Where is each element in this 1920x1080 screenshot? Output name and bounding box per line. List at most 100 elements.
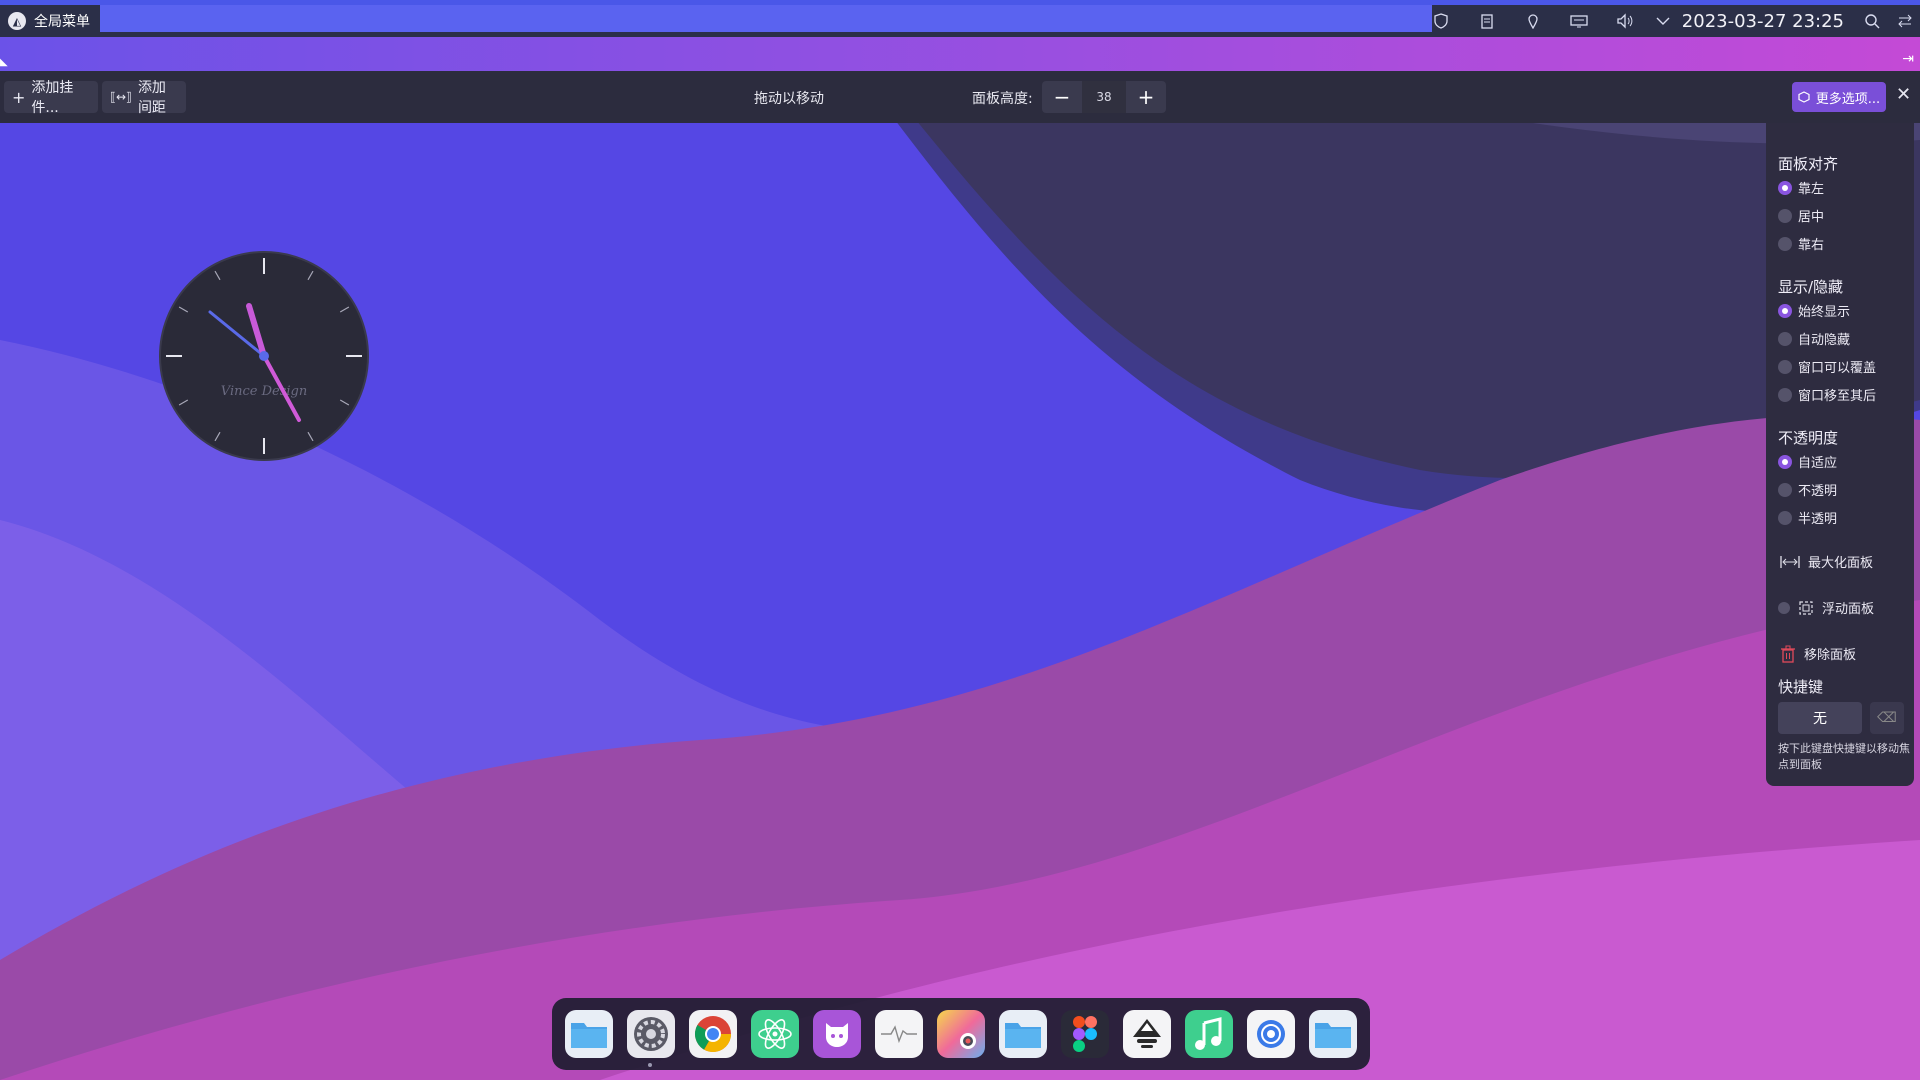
radio-selected[interactable] [1778,454,1792,469]
gear-icon[interactable] [627,1010,675,1058]
global-menu-label: 全局菜单 [34,14,90,30]
panel-edit-area[interactable]: ◣ ⇥ [0,37,1920,71]
inkscape-icon[interactable] [1123,1010,1171,1058]
switch-icon[interactable] [1890,5,1920,37]
remove-panel-button[interactable]: 移除面板 [1780,644,1856,663]
floating-checkbox[interactable] [1778,601,1790,614]
radio-label: 窗口可以覆盖 [1798,361,1877,376]
running-indicator [648,1063,652,1067]
more-options-button[interactable]: 更多选项... [1792,82,1886,112]
analog-clock-widget[interactable]: Vince Design [158,250,370,462]
radio-label: 靠左 [1798,182,1825,197]
keyboard-icon[interactable] [1556,5,1602,37]
drag-to-move-handle[interactable]: 拖动以移动 [754,88,824,108]
system-clock[interactable]: 2023-03-27 23:25 [1678,11,1854,32]
panel-height-stepper[interactable]: − 38 + [1042,81,1166,113]
top-system-panel: ◭ 全局菜单 2023-03-27 23:25 [0,0,1920,37]
align-center-radio[interactable]: 居中 [1778,206,1824,225]
alignment-heading: 面板对齐 [1778,155,1839,173]
more-options-panel: 面板对齐 靠左 居中 靠右 显示/隐藏 始终显示 自动隐藏 窗口可以覆盖 窗口移… [1766,123,1914,786]
align-right-radio[interactable]: 靠右 [1778,234,1824,253]
shortcut-hint: 按下此键盘快捷键以移动焦点到面板 [1778,742,1910,771]
radio-unselected[interactable] [1778,359,1792,374]
radio-unselected[interactable] [1778,236,1792,251]
add-spacer-label: 添加间距 [137,80,166,116]
windows-go-below-radio[interactable]: 窗口移至其后 [1778,385,1876,404]
radio-unselected[interactable] [1778,510,1792,525]
radio-selected[interactable] [1778,303,1792,318]
search-icon[interactable] [1854,5,1890,37]
monitor-icon[interactable] [875,1010,923,1058]
increase-height-button[interactable]: + [1126,81,1166,113]
active-window-strip [100,5,1432,32]
align-left-radio[interactable]: 靠左 [1778,178,1824,197]
dock [552,998,1370,1070]
radio-unselected[interactable] [1778,331,1792,346]
radio-label: 自动隐藏 [1798,333,1851,348]
clipboard-icon[interactable] [1464,5,1510,37]
github-icon[interactable] [813,1010,861,1058]
shortcut-heading: 快捷键 [1778,678,1824,696]
add-widget-label: 添加挂件... [31,80,74,116]
chrome-icon[interactable] [689,1010,737,1058]
more-options-label: 更多选项... [1815,91,1881,107]
opacity-heading: 不透明度 [1778,429,1839,447]
radio-selected[interactable] [1778,180,1792,195]
folder-icon[interactable] [565,1010,613,1058]
radio-label: 半透明 [1798,512,1838,527]
radio-unselected[interactable] [1778,208,1792,223]
plus-icon: + [12,87,26,107]
resize-corner-icon[interactable]: ◣ [0,57,8,68]
shield-icon[interactable] [1418,5,1464,37]
translucent-radio[interactable]: 半透明 [1778,508,1837,527]
panel-height-label: 面板高度: [972,91,1033,107]
floating-panel-label: 浮动面板 [1822,602,1875,617]
remove-panel-label: 移除面板 [1804,648,1857,663]
add-spacer-button[interactable]: ⟦↔⟧ 添加间距 [102,80,186,116]
auto-hide-radio[interactable]: 自动隐藏 [1778,329,1850,348]
maximize-panel-button[interactable]: 最大化面板 [1780,552,1873,571]
radio-label: 不透明 [1798,484,1838,499]
radio-label: 窗口移至其后 [1798,389,1877,404]
folder-icon[interactable] [1309,1010,1357,1058]
add-widget-button[interactable]: + 添加挂件... [4,80,98,116]
browser-icon[interactable] [1247,1010,1295,1058]
radio-unselected[interactable] [1778,387,1792,402]
floating-icon [1799,600,1813,615]
volume-icon[interactable] [1602,5,1648,37]
radio-label: 始终显示 [1798,305,1851,320]
more-options-icon [1798,91,1810,103]
spacer-icon: ⟦↔⟧ [110,90,132,104]
radio-unselected[interactable] [1778,482,1792,497]
clock-brand-text: Vince Design [221,384,307,399]
atom-icon[interactable] [751,1010,799,1058]
global-menu[interactable]: ◭ 全局菜单 [0,5,98,37]
system-tray: 2023-03-27 23:25 [1418,5,1920,37]
windows-can-cover-radio[interactable]: 窗口可以覆盖 [1778,357,1876,376]
panel-height-value[interactable]: 38 [1082,81,1126,113]
resize-arrow-icon[interactable]: ⇥ [1902,51,1914,67]
clear-shortcut-icon[interactable]: ⌫ [1870,702,1904,734]
location-icon[interactable] [1510,5,1556,37]
radio-label: 居中 [1798,210,1825,225]
adaptive-opacity-radio[interactable]: 自适应 [1778,452,1837,471]
opaque-radio[interactable]: 不透明 [1778,480,1837,499]
panel-edit-toolbar: + 添加挂件... ⟦↔⟧ 添加间距 拖动以移动 面板高度: − 38 + 更多… [0,71,1920,123]
close-icon[interactable]: ✕ [1896,84,1911,105]
shortcut-button[interactable]: 无 [1778,702,1862,734]
maximize-icon [1780,555,1800,568]
launcher-logo-icon[interactable]: ◭ [8,12,26,30]
visibility-heading: 显示/隐藏 [1778,278,1844,296]
always-visible-radio[interactable]: 始终显示 [1778,301,1850,320]
floating-panel-toggle[interactable]: 浮动面板 [1778,598,1874,617]
maximize-panel-label: 最大化面板 [1808,556,1874,571]
figma-icon[interactable] [1061,1010,1109,1058]
chevron-down-icon[interactable] [1648,5,1678,37]
decrease-height-button[interactable]: − [1042,81,1082,113]
color-picker-icon[interactable] [937,1010,985,1058]
desktop-wallpaper [0,0,1920,1080]
music-icon[interactable] [1185,1010,1233,1058]
folder-icon[interactable] [999,1010,1047,1058]
radio-label: 靠右 [1798,238,1825,253]
clock-center-pin [259,351,269,361]
